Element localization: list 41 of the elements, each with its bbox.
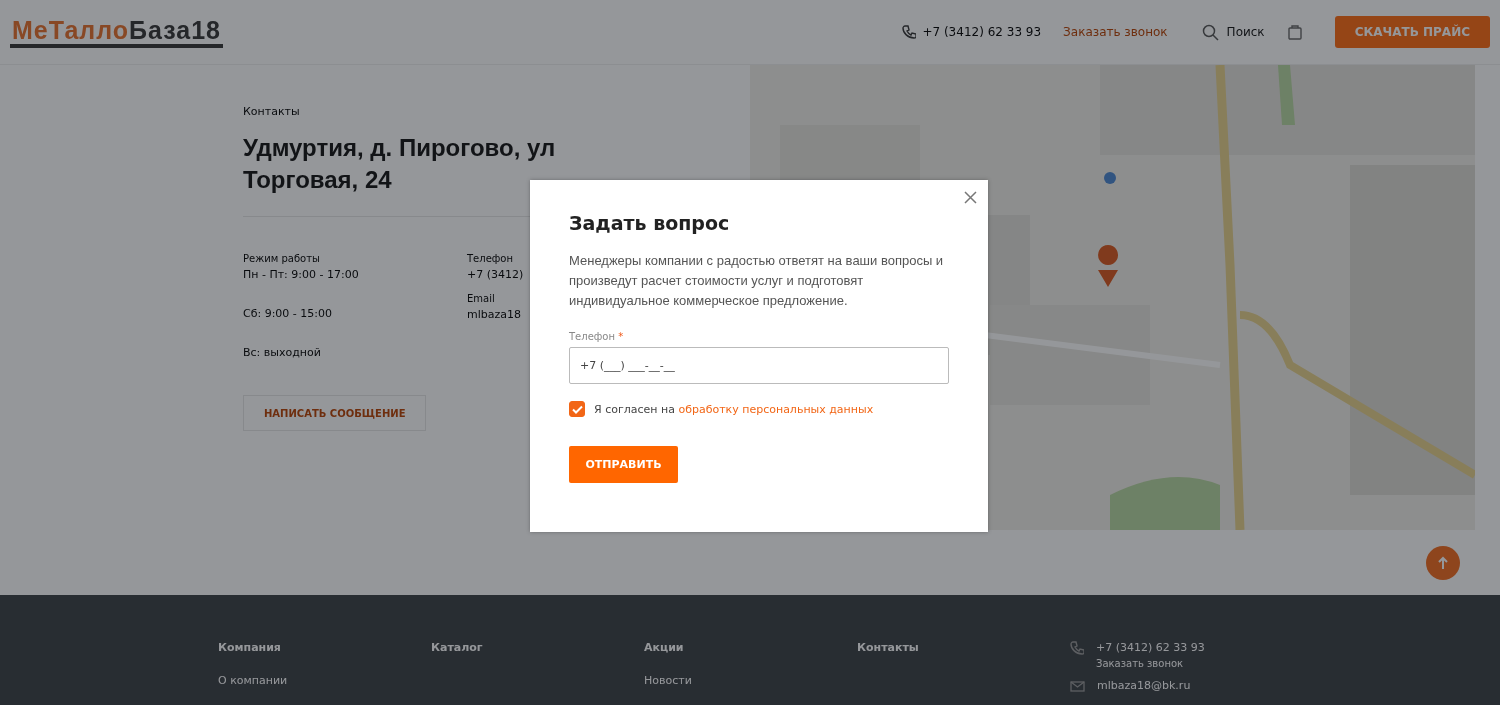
arrow-up-icon (1436, 554, 1450, 571)
callback-link[interactable]: Заказать звонок (1096, 658, 1205, 669)
phone-icon (902, 25, 917, 39)
hours-text: Сб: 9:00 - 15:00 (243, 307, 333, 320)
close-button[interactable] (964, 191, 977, 204)
dialog-title: Задать вопрос (569, 212, 731, 234)
phone-number[interactable]: +7 (3412) (467, 268, 524, 281)
footer-link[interactable]: Новости (644, 674, 857, 687)
email-label: Email (467, 293, 495, 304)
bag-icon[interactable] (1286, 24, 1303, 40)
dialog-description: Менеджеры компании с радостью ответят на ваши вопросы и произведут расчет стоимости услуг и подготовят индивидуальное коммерческое предложение. (569, 252, 945, 310)
phone-number[interactable]: +7 (3412) 62 33 93 (1096, 641, 1205, 654)
address-heading: Удмуртия, д. Пирогово, ул Торговая, 24 (243, 133, 557, 195)
consent-text: Я согласен на обработку персональных данных (594, 402, 874, 416)
footer-heading[interactable]: Контакты (857, 641, 1070, 654)
privacy-link[interactable]: обработку персональных данных (678, 402, 874, 416)
footer-heading[interactable]: Акции (644, 641, 857, 654)
phone-icon (1070, 641, 1084, 655)
phone-number[interactable]: +7 (3412) 62 33 93 (922, 25, 1042, 39)
message-button[interactable]: НАПИСАТЬ СООБЩЕНИЕ (243, 395, 427, 431)
close-icon (964, 191, 977, 204)
hours-text: Вс: выходной (243, 346, 321, 359)
breadcrumb[interactable]: Контакты (243, 105, 750, 118)
submit-button[interactable]: ОТПРАВИТЬ (569, 446, 678, 483)
phone-label: Телефон (467, 253, 513, 264)
mail-icon (1070, 679, 1085, 693)
consent-checkbox[interactable] (569, 401, 585, 417)
phone-label: Телефон * (569, 331, 625, 342)
hours-text: Пн - Пт: 9:00 - 17:00 (243, 268, 359, 281)
footer-link[interactable]: О компании (218, 674, 431, 687)
email-link[interactable]: mlbaza18 (467, 308, 521, 321)
callback-link[interactable]: Заказать звонок (1063, 25, 1168, 39)
hours-label: Режим работы (243, 253, 320, 264)
phone-input[interactable]: +7 (___) ___-__-__ (569, 347, 949, 384)
scroll-up-button[interactable] (1426, 545, 1460, 580)
footer-heading[interactable]: Компания (218, 641, 431, 654)
email-link[interactable]: mlbaza18@bk.ru (1097, 679, 1191, 693)
footer-heading[interactable]: Каталог (431, 641, 644, 654)
logo[interactable]: МеТаллоБаза18 (10, 16, 223, 48)
search-button[interactable]: Поиск (1201, 23, 1265, 41)
search-icon (1201, 23, 1219, 41)
